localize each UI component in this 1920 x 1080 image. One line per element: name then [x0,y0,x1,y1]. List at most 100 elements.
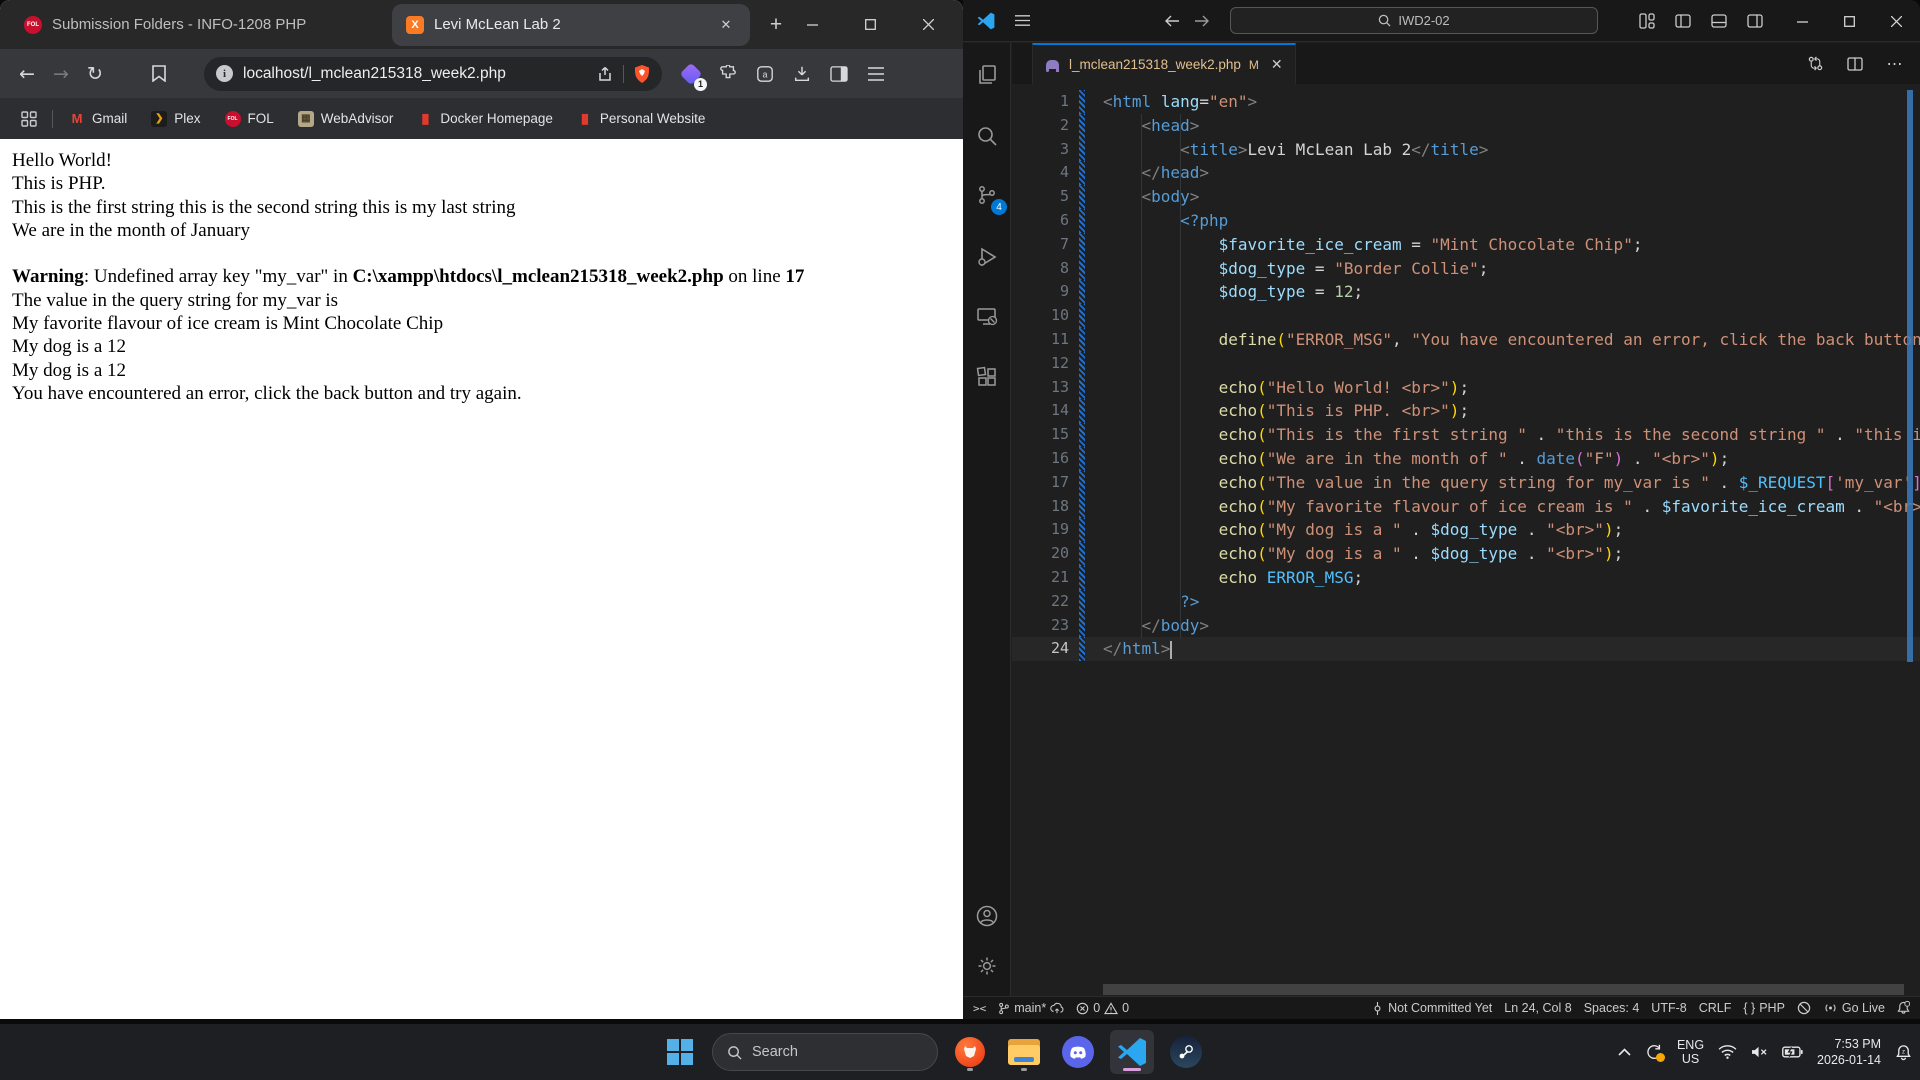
apps-grid-icon[interactable] [14,104,44,134]
more-actions-icon[interactable]: ⋯ [1880,49,1910,79]
navigate-forward-icon[interactable] [1187,6,1217,36]
code-line-6[interactable]: 6 <?php [1012,209,1920,233]
code-line-16[interactable]: 16 echo("We are in the month of " . date… [1012,447,1920,471]
code-editor[interactable]: 1<html lang="en">2 <head>3 <title>Levi M… [1012,84,1920,996]
reload-icon[interactable]: ↻ [78,57,112,91]
toggle-primary-sidebar-icon[interactable] [1668,6,1698,36]
tray-clock[interactable]: 7:53 PM 2026-01-14 [1817,1036,1881,1068]
toggle-secondary-sidebar-icon[interactable] [1740,6,1770,36]
editor-tab-php-file[interactable]: l_mclean215318_week2.php M ✕ [1032,43,1296,84]
encoding-setting[interactable]: UTF-8 [1645,997,1692,1020]
bookmarks-icon[interactable] [142,57,176,91]
taskbar-discord-icon[interactable] [1056,1030,1100,1074]
sidebar-toggle-icon[interactable] [824,59,854,89]
code-line-24[interactable]: 24</html> [1012,637,1920,661]
remote-explorer-icon[interactable] [971,301,1003,333]
code-line-19[interactable]: 19 echo("My dog is a " . $dog_type . "<b… [1012,518,1920,542]
tab-close-icon[interactable]: ✕ [716,15,736,35]
remote-indicator-icon[interactable]: >< [967,997,992,1020]
run-debug-icon[interactable] [971,241,1003,273]
code-line-22[interactable]: 22 ?> [1012,590,1920,614]
bookmark-fol[interactable]: FOL FOL [217,107,282,131]
code-line-14[interactable]: 14 echo("This is PHP. <br>"); [1012,399,1920,423]
git-branch-indicator[interactable]: main* [992,997,1070,1020]
tray-notifications-bell-icon[interactable]: z [1895,1044,1912,1061]
url-text[interactable]: localhost/l_mclean215318_week2.php [243,65,587,83]
tray-language-switcher[interactable]: ENG US [1677,1038,1704,1066]
code-line-12[interactable]: 12 [1012,352,1920,376]
code-line-8[interactable]: 8 $dog_type = "Border Collie"; [1012,257,1920,281]
code-line-5[interactable]: 5 <body> [1012,185,1920,209]
split-editor-icon[interactable] [1840,49,1870,79]
code-line-11[interactable]: 11 define("ERROR_MSG", "You have encount… [1012,328,1920,352]
go-live-button[interactable]: Go Live [1817,997,1891,1020]
tray-chevron-up-icon[interactable] [1618,1048,1631,1056]
code-line-23[interactable]: 23 </body> [1012,614,1920,638]
code-line-20[interactable]: 20 echo("My dog is a " . $dog_type . "<b… [1012,542,1920,566]
tray-update-icon[interactable] [1645,1043,1663,1061]
tray-wifi-icon[interactable] [1718,1045,1737,1059]
git-commit-status[interactable]: Not Committed Yet [1365,997,1498,1020]
code-line-7[interactable]: 7 $favorite_ice_cream = "Mint Chocolate … [1012,233,1920,257]
customize-layout-icon[interactable] [1632,6,1662,36]
boxed-a-icon[interactable]: a [750,59,780,89]
downloads-icon[interactable] [787,59,817,89]
problems-indicator[interactable]: 0 0 [1070,997,1135,1020]
code-line-9[interactable]: 9 $dog_type = 12; [1012,280,1920,304]
vscode-maximize-button[interactable] [1826,0,1873,42]
language-mode[interactable]: { } PHP [1737,997,1791,1020]
code-line-4[interactable]: 4 </head> [1012,161,1920,185]
menu-hamburger-icon[interactable] [1007,6,1037,36]
taskbar-steam-icon[interactable] [1164,1030,1208,1074]
code-line-10[interactable]: 10 [1012,304,1920,328]
bookmark-plex[interactable]: ❯ Plex [143,107,208,131]
copilot-disabled-icon[interactable] [1791,997,1817,1020]
bookmark-gmail[interactable]: M Gmail [61,107,135,131]
navigate-back-icon[interactable] [1157,6,1187,36]
code-line-1[interactable]: 1<html lang="en"> [1012,90,1920,114]
extensions-puzzle-icon[interactable] [713,59,743,89]
vscode-close-button[interactable] [1873,0,1920,42]
browser-minimize-button[interactable] [783,6,841,42]
open-changes-icon[interactable] [1800,49,1830,79]
share-icon[interactable] [597,66,613,82]
taskbar-file-explorer-icon[interactable] [1002,1030,1046,1074]
code-line-15[interactable]: 15 echo("This is the first string " . "t… [1012,423,1920,447]
bookmark-docker-homepage[interactable]: ▐▌ Docker Homepage [409,107,561,131]
browser-tab-submission-folders[interactable]: FOL Submission Folders - INFO-1208 PHP [10,4,382,46]
taskbar-search[interactable]: Search [712,1033,938,1071]
start-button[interactable] [658,1030,702,1074]
vscode-minimize-button[interactable] [1779,0,1826,42]
source-control-icon[interactable]: 4 [971,179,1003,211]
notifications-bell-icon[interactable] [1891,997,1916,1020]
eol-setting[interactable]: CRLF [1693,997,1738,1020]
explorer-icon[interactable] [971,59,1003,91]
bookmark-webadvisor[interactable]: ▦ WebAdvisor [290,107,402,131]
taskbar-brave-icon[interactable] [948,1030,992,1074]
tray-volume-muted-icon[interactable] [1751,1045,1768,1059]
brave-shield-icon[interactable] [634,65,650,83]
site-info-icon[interactable]: i [216,65,233,82]
accounts-icon[interactable] [971,900,1003,932]
horizontal-scrollbar[interactable] [1103,984,1904,995]
code-line-18[interactable]: 18 echo("My favorite flavour of ice crea… [1012,495,1920,519]
taskbar-vscode-icon[interactable] [1110,1030,1154,1074]
tab-close-icon[interactable]: ✕ [1271,56,1283,73]
code-line-2[interactable]: 2 <head> [1012,114,1920,138]
extensions-icon[interactable] [971,361,1003,393]
browser-close-button[interactable] [899,6,957,42]
browser-menu-icon[interactable] [861,59,891,89]
browser-maximize-button[interactable] [841,6,899,42]
url-bar[interactable]: i localhost/l_mclean215318_week2.php [204,57,662,91]
code-line-17[interactable]: 17 echo("The value in the query string f… [1012,471,1920,495]
code-line-21[interactable]: 21 echo ERROR_MSG; [1012,566,1920,590]
command-center-search[interactable]: IWD2-02 [1230,7,1598,34]
settings-gear-icon[interactable] [971,950,1003,982]
search-icon[interactable] [971,120,1003,152]
bookmark-personal-website[interactable]: ▐▌ Personal Website [569,107,714,131]
code-line-3[interactable]: 3 <title>Levi McLean Lab 2</title> [1012,138,1920,162]
indentation-setting[interactable]: Spaces: 4 [1578,997,1646,1020]
forward-icon[interactable]: → [44,57,78,91]
brave-leo-icon[interactable]: 1 [676,59,706,89]
back-icon[interactable]: ← [10,57,44,91]
